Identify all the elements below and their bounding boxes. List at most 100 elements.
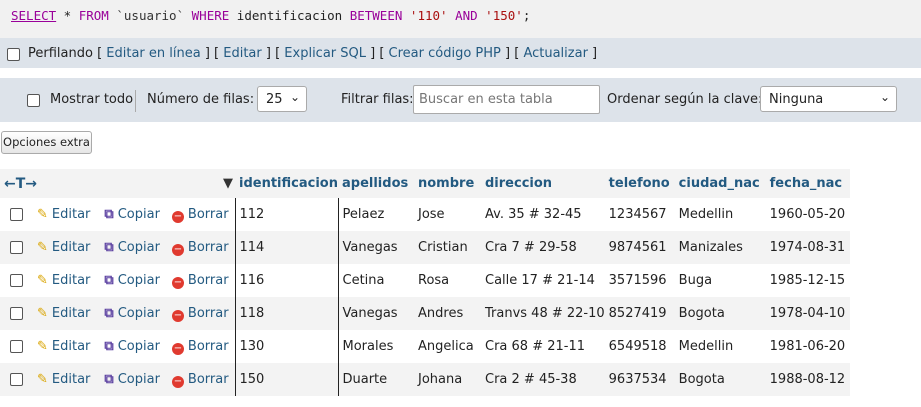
cell-fecha-nac[interactable]: 1974-08-31	[765, 231, 850, 264]
row-checkbox[interactable]	[10, 273, 23, 287]
cell-ciudad-nac[interactable]: Buga	[674, 264, 766, 297]
row-actions: ✎ Editar ⧉ Copiar − Borrar	[0, 231, 235, 264]
table-row: ✎ Editar ⧉ Copiar − Borrar 116 Cetina Rosa Calle …	[0, 264, 850, 297]
copy-action[interactable]: ⧉ Copiar	[104, 240, 160, 255]
column-header-apellidos[interactable]: apellidos	[338, 169, 414, 198]
column-header-telefono[interactable]: telefono	[604, 169, 675, 198]
cell-identificacion[interactable]: 150	[234, 363, 339, 396]
cell-nombre[interactable]: Johana	[414, 363, 481, 396]
cell-nombre[interactable]: Cristian	[414, 231, 481, 264]
refresh-link[interactable]: Actualizar	[523, 46, 587, 61]
delete-action[interactable]: − Borrar	[171, 306, 229, 322]
row-actions: ✎ Editar ⧉ Copiar − Borrar	[0, 363, 235, 396]
cell-identificacion[interactable]: 112	[234, 198, 339, 231]
cell-direccion[interactable]: Cra 68 # 21-11	[481, 330, 605, 363]
cell-nombre[interactable]: Angelica	[414, 330, 481, 363]
cell-ciudad-nac[interactable]: Bogota	[674, 297, 766, 330]
column-header-direccion[interactable]: direccion	[481, 169, 605, 198]
results-table: ←T→ ▼ identificacion apellidos nombre di…	[0, 169, 850, 396]
cell-ciudad-nac[interactable]: Medellin	[674, 198, 766, 231]
search-input[interactable]: Buscar en esta tabla	[413, 85, 600, 114]
cell-nombre[interactable]: Jose	[414, 198, 481, 231]
cell-telefono[interactable]: 9874561	[604, 231, 675, 264]
edit-action[interactable]: ✎ Editar	[37, 240, 90, 255]
cell-telefono[interactable]: 8527419	[604, 297, 675, 330]
edit-action[interactable]: ✎ Editar	[37, 339, 90, 354]
sort-dropdown-icon[interactable]: ▼	[223, 176, 233, 191]
extra-options-button[interactable]: Opciones extra	[1, 131, 92, 154]
cell-direccion[interactable]: Av. 35 # 32-45	[481, 198, 605, 231]
rows-select[interactable]: 25 ⌄	[257, 86, 307, 112]
cell-direccion[interactable]: Calle 17 # 21-14	[481, 264, 605, 297]
row-checkbox[interactable]	[10, 372, 23, 386]
copy-action[interactable]: ⧉ Copiar	[104, 372, 160, 387]
cell-apellidos[interactable]: Vanegas	[338, 231, 414, 264]
column-header-ciudad-nac[interactable]: ciudad_nac	[674, 169, 766, 198]
cell-apellidos[interactable]: Pelaez	[338, 198, 414, 231]
cell-fecha-nac[interactable]: 1978-04-10	[765, 297, 850, 330]
filter-label: Filtrar filas:	[341, 92, 414, 107]
pencil-icon: ✎	[37, 338, 48, 354]
cell-identificacion[interactable]: 116	[234, 264, 339, 297]
row-actions: ✎ Editar ⧉ Copiar − Borrar	[0, 264, 235, 297]
cell-direccion[interactable]: Cra 2 # 45-38	[481, 363, 605, 396]
cell-ciudad-nac[interactable]: Bogota	[674, 363, 766, 396]
explain-sql-link[interactable]: Explicar SQL	[284, 46, 366, 61]
table-header-row: ←T→ ▼ identificacion apellidos nombre di…	[0, 169, 850, 198]
column-arrows-icon[interactable]: ←T→	[4, 176, 37, 192]
cell-telefono[interactable]: 1234567	[604, 198, 675, 231]
cell-telefono[interactable]: 6549518	[604, 330, 675, 363]
cell-direccion[interactable]: Tranvs 48 # 22-10	[481, 297, 605, 330]
sql-query-bar: SELECT * FROM `usuario` WHERE identifica…	[0, 0, 921, 38]
edit-action[interactable]: ✎ Editar	[37, 207, 90, 222]
copy-action[interactable]: ⧉ Copiar	[104, 207, 160, 222]
cell-telefono[interactable]: 9637534	[604, 363, 675, 396]
cell-nombre[interactable]: Rosa	[414, 264, 481, 297]
cell-identificacion[interactable]: 114	[234, 231, 339, 264]
column-header-nombre[interactable]: nombre	[414, 169, 481, 198]
edit-action[interactable]: ✎ Editar	[37, 372, 90, 387]
profiling-checkbox[interactable]	[7, 48, 20, 61]
sort-key-select[interactable]: Ninguna ⌄	[760, 86, 897, 112]
cell-identificacion[interactable]: 118	[234, 297, 339, 330]
cell-apellidos[interactable]: Duarte	[338, 363, 414, 396]
row-checkbox[interactable]	[10, 306, 23, 320]
row-checkbox[interactable]	[10, 339, 23, 353]
cell-direccion[interactable]: Cra 7 # 29-58	[481, 231, 605, 264]
cell-fecha-nac[interactable]: 1981-06-20	[765, 330, 850, 363]
inline-edit-link[interactable]: Editar en línea	[106, 46, 200, 61]
copy-action[interactable]: ⧉ Copiar	[104, 273, 160, 288]
edit-action[interactable]: ✎ Editar	[37, 273, 90, 288]
copy-action[interactable]: ⧉ Copiar	[104, 339, 160, 354]
cell-telefono[interactable]: 3571596	[604, 264, 675, 297]
row-checkbox[interactable]	[10, 207, 23, 221]
sql-keyword-select[interactable]: SELECT	[11, 8, 56, 23]
cell-apellidos[interactable]: Vanegas	[338, 297, 414, 330]
cell-nombre[interactable]: Andres	[414, 297, 481, 330]
cell-fecha-nac[interactable]: 1988-08-12	[765, 363, 850, 396]
cell-ciudad-nac[interactable]: Medellin	[674, 330, 766, 363]
show-all-checkbox[interactable]	[27, 94, 40, 107]
create-php-code-link[interactable]: Crear código PHP	[389, 46, 501, 61]
column-header-fecha-nac[interactable]: fecha_nac	[765, 169, 850, 198]
profiling-bar: Perfilando [ Editar en línea ] [ Editar …	[0, 38, 921, 68]
cell-identificacion[interactable]: 130	[234, 330, 339, 363]
delete-action[interactable]: − Borrar	[171, 240, 229, 256]
delete-action[interactable]: − Borrar	[171, 339, 229, 355]
cell-fecha-nac[interactable]: 1985-12-15	[765, 264, 850, 297]
delete-icon: −	[171, 309, 184, 322]
pencil-icon: ✎	[37, 206, 48, 222]
cell-apellidos[interactable]: Morales	[338, 330, 414, 363]
cell-ciudad-nac[interactable]: Manizales	[674, 231, 766, 264]
row-checkbox[interactable]	[10, 240, 23, 254]
column-header-identificacion[interactable]: identificacion	[235, 169, 338, 198]
profiling-label: Perfilando	[28, 46, 93, 61]
edit-action[interactable]: ✎ Editar	[37, 306, 90, 321]
copy-action[interactable]: ⧉ Copiar	[104, 306, 160, 321]
delete-action[interactable]: − Borrar	[171, 273, 229, 289]
cell-fecha-nac[interactable]: 1960-05-20	[765, 198, 850, 231]
delete-action[interactable]: − Borrar	[171, 207, 229, 223]
delete-action[interactable]: − Borrar	[171, 372, 229, 388]
cell-apellidos[interactable]: Cetina	[338, 264, 414, 297]
edit-link[interactable]: Editar	[223, 46, 262, 61]
